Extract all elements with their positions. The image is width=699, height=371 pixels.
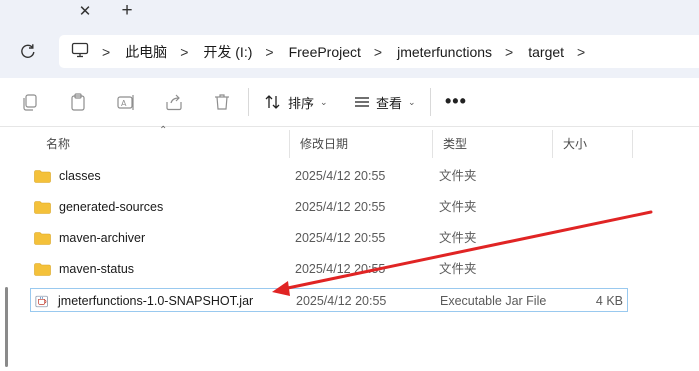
breadcrumb-item-freeproject[interactable]: FreeProject <box>289 44 361 60</box>
column-header-name[interactable]: 名称 <box>36 130 290 158</box>
new-tab-button[interactable]: + <box>118 1 136 20</box>
breadcrumb-item-jmeterfunctions[interactable]: jmeterfunctions <box>397 44 492 60</box>
copy-icon[interactable] <box>20 92 40 112</box>
file-type: 文件夹 <box>439 262 477 276</box>
file-modified: 2025/4/12 20:55 <box>295 200 386 214</box>
rename-icon[interactable]: A <box>116 92 136 112</box>
file-modified: 2025/4/12 20:55 <box>296 294 387 308</box>
file-name-cell: maven-archiver <box>34 226 145 250</box>
share-icon[interactable] <box>164 92 184 112</box>
file-row[interactable]: maven-archiver 2025/4/12 20:55 文件夹 <box>30 226 628 250</box>
close-tab-icon[interactable]: ✕ <box>76 3 94 21</box>
tab-bar: ✕ + <box>0 0 699 24</box>
file-type: 文件夹 <box>439 231 477 245</box>
column-header-row: ⌃ 名称 修改日期 类型 大小 <box>16 125 699 158</box>
paste-icon[interactable] <box>68 92 88 112</box>
file-name-cell: maven-status <box>34 257 134 281</box>
breadcrumb-separator[interactable]: > <box>577 44 585 60</box>
folder-icon <box>34 231 51 245</box>
column-header-type[interactable]: 类型 <box>433 130 553 158</box>
address-bar[interactable]: > 此电脑 > 开发 (I:) > FreeProject > jmeterfu… <box>59 35 699 68</box>
file-name-cell: jmeterfunctions-1.0-SNAPSHOT.jar <box>35 289 253 313</box>
breadcrumb-separator[interactable]: > <box>265 44 273 60</box>
file-name: classes <box>59 169 101 183</box>
breadcrumb-separator[interactable]: > <box>374 44 382 60</box>
address-row: > 此电脑 > 开发 (I:) > FreeProject > jmeterfu… <box>0 24 699 78</box>
sort-button[interactable]: 排序 ⌄ <box>264 90 328 114</box>
breadcrumb-item-drive[interactable]: 开发 (I:) <box>203 42 252 62</box>
file-type: 文件夹 <box>439 200 477 214</box>
file-row[interactable]: generated-sources 2025/4/12 20:55 文件夹 <box>30 195 628 219</box>
file-modified: 2025/4/12 20:55 <box>295 231 386 245</box>
file-row[interactable]: classes 2025/4/12 20:55 文件夹 <box>30 164 628 188</box>
file-modified: 2025/4/12 20:55 <box>295 169 386 183</box>
delete-icon[interactable] <box>212 92 232 112</box>
file-name: generated-sources <box>59 200 164 214</box>
column-header-size[interactable]: 大小 <box>553 130 633 158</box>
chevron-down-icon: ⌄ <box>408 96 416 107</box>
navigation-scrollbar[interactable] <box>5 287 8 367</box>
breadcrumb-separator[interactable]: > <box>180 44 188 60</box>
breadcrumb-separator[interactable]: > <box>102 44 110 60</box>
column-header-modified[interactable]: 修改日期 <box>290 130 433 158</box>
view-label: 查看 <box>376 95 403 111</box>
toolbar-divider <box>430 88 431 116</box>
view-icon <box>355 97 369 107</box>
file-size: 4 KB <box>595 294 623 308</box>
command-toolbar: A 排序 ⌄ 查看 ⌄ ••• <box>0 78 699 127</box>
folder-icon <box>34 200 51 214</box>
file-type: 文件夹 <box>439 169 477 183</box>
file-name: jmeterfunctions-1.0-SNAPSHOT.jar <box>58 294 254 308</box>
breadcrumb-separator[interactable]: > <box>505 44 513 60</box>
toolbar-divider <box>248 88 249 116</box>
file-name: maven-status <box>59 262 135 276</box>
svg-text:A: A <box>121 99 127 108</box>
folder-icon <box>34 169 51 183</box>
breadcrumb: > 此电脑 > 开发 (I:) > FreeProject > jmeterfu… <box>71 35 600 68</box>
view-button[interactable]: 查看 ⌄ <box>354 90 416 114</box>
file-row[interactable]: maven-status 2025/4/12 20:55 文件夹 <box>30 257 628 281</box>
file-name-cell: classes <box>34 164 101 188</box>
sort-icon <box>265 95 280 109</box>
breadcrumb-item-target[interactable]: target <box>528 44 564 60</box>
chevron-down-icon: ⌄ <box>320 96 328 107</box>
jar-file-icon <box>35 295 48 307</box>
breadcrumb-item-this-pc[interactable]: 此电脑 <box>125 42 167 62</box>
computer-icon[interactable] <box>71 42 89 61</box>
file-name-cell: generated-sources <box>34 195 163 219</box>
folder-icon <box>34 262 51 276</box>
file-modified: 2025/4/12 20:55 <box>295 262 386 276</box>
more-options-button[interactable]: ••• <box>445 92 467 110</box>
sort-label: 排序 <box>288 95 315 111</box>
refresh-icon[interactable] <box>18 41 38 61</box>
navigation-pane <box>0 127 16 371</box>
file-name: maven-archiver <box>59 231 146 245</box>
file-type: Executable Jar File <box>440 294 547 308</box>
file-row-selected[interactable]: jmeterfunctions-1.0-SNAPSHOT.jar 2025/4/… <box>30 288 628 312</box>
